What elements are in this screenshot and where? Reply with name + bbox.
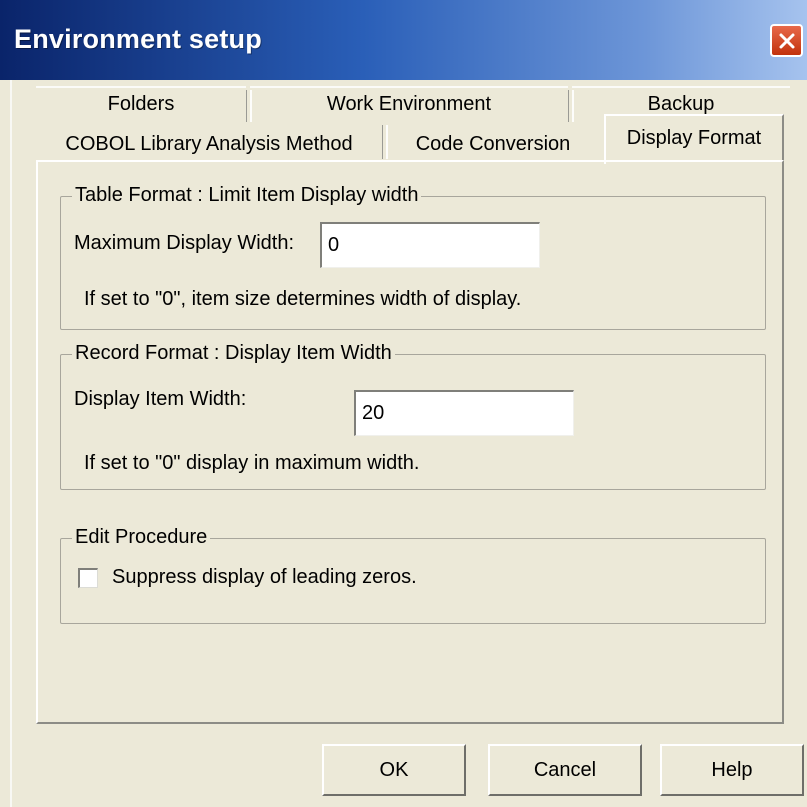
tab-label: Backup bbox=[647, 93, 715, 115]
close-icon bbox=[779, 33, 794, 48]
title-bar[interactable]: Environment setup bbox=[0, 0, 807, 80]
record-format-legend: Record Format : Display Item Width bbox=[72, 342, 395, 365]
tab-label: Code Conversion bbox=[415, 133, 571, 155]
help-button[interactable]: Help bbox=[660, 744, 804, 796]
cancel-button[interactable]: Cancel bbox=[488, 744, 642, 796]
display-item-width-input[interactable] bbox=[354, 390, 574, 436]
table-format-legend: Table Format : Limit Item Display width bbox=[72, 184, 422, 207]
environment-setup-dialog: Environment setup Folders Work Environme… bbox=[0, 0, 807, 807]
tab-label: Display Format bbox=[626, 126, 762, 149]
tab-label: COBOL Library Analysis Method bbox=[65, 133, 353, 155]
tab-panel-display-format: Table Format : Limit Item Display width … bbox=[36, 160, 784, 724]
tab-label: Work Environment bbox=[326, 93, 492, 115]
maximum-display-width-label: Maximum Display Width: bbox=[74, 232, 295, 254]
window-title: Environment setup bbox=[14, 24, 262, 54]
tab-cobol-library-analysis-method[interactable]: COBOL Library Analysis Method bbox=[36, 122, 382, 160]
table-format-hint: If set to "0", item size determines widt… bbox=[84, 288, 522, 310]
tab-code-conversion[interactable]: Code Conversion bbox=[386, 122, 600, 160]
record-format-hint: If set to "0" display in maximum width. bbox=[84, 452, 420, 474]
edit-procedure-legend: Edit Procedure bbox=[72, 526, 211, 549]
suppress-leading-zeros-checkbox[interactable] bbox=[78, 568, 98, 588]
ok-button[interactable]: OK bbox=[322, 744, 466, 796]
close-button[interactable] bbox=[770, 24, 803, 57]
display-item-width-label: Display Item Width: bbox=[74, 388, 247, 410]
tab-display-format[interactable]: Display Format bbox=[604, 114, 784, 164]
suppress-leading-zeros-label[interactable]: Suppress display of leading zeros. bbox=[112, 566, 417, 589]
tab-label: Folders bbox=[107, 93, 175, 115]
tab-folders[interactable]: Folders bbox=[36, 86, 246, 120]
tab-work-environment[interactable]: Work Environment bbox=[250, 86, 568, 120]
maximum-display-width-input[interactable] bbox=[320, 222, 540, 268]
